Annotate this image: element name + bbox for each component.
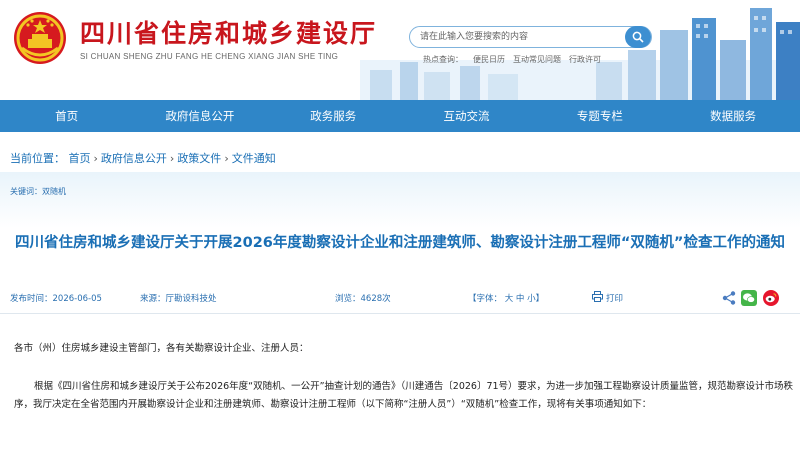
print-icon[interactable] (592, 291, 603, 302)
article-keywords: 关键词：双随机 (10, 187, 66, 196)
article-paragraph: 根据《四川省住房和城乡建设厅关于公布2026年度“双随机、一公开”抽查计划的通告… (14, 381, 794, 410)
national-emblem-icon (14, 12, 66, 64)
keyword-bar: 关键词：双随机 (0, 172, 800, 228)
search-input[interactable] (420, 30, 620, 44)
site-header: 四川省住房和城乡建设厅 SI CHUAN SHENG ZHU FANG HE C… (0, 0, 800, 100)
article-panel: 关键词：双随机 四川省住房和城乡建设厅关于开展2026年度勘察设计企业和注册建筑… (0, 172, 800, 450)
article-title: 四川省住房和城乡建设厅关于开展2026年度勘察设计企业和注册建筑师、勘察设计注册… (15, 235, 785, 251)
hot-query-label: 热点查询： (423, 55, 463, 64)
publish-date: 发布时间：2026-06-05 (10, 294, 102, 304)
article-paragraph: 各市（州）住房城乡建设主管部门，各有关勘察设计企业、注册人员： (14, 343, 309, 354)
share-icon[interactable] (721, 290, 737, 306)
breadcrumb-home[interactable]: 首页 (69, 152, 91, 165)
breadcrumb-policy-docs[interactable]: 政策文件 (177, 152, 221, 165)
breadcrumb-gov-info[interactable]: 政府信息公开 (101, 152, 167, 165)
weibo-icon[interactable] (763, 290, 779, 306)
breadcrumb-separator: › (93, 152, 98, 165)
hot-query-links: 热点查询： 便民日历 互动常见问题 行政许可 (423, 54, 609, 65)
breadcrumb-separator: › (169, 152, 175, 165)
city-skyline-decoration (360, 8, 800, 100)
breadcrumb-prefix: 当前位置： (10, 152, 65, 165)
article-meta: 发布时间：2026-06-05 来源：厅勘设科技处 浏览：4628次 【字体： … (0, 288, 800, 308)
nav-gov-info[interactable]: 政府信息公开 (133, 100, 266, 132)
nav-special-topics[interactable]: 专题专栏 (533, 100, 666, 132)
breadcrumb-notices[interactable]: 文件通知 (232, 152, 276, 165)
hot-link-permit[interactable]: 行政许可 (569, 55, 601, 64)
site-title[interactable]: 四川省住房和城乡建设厅 (80, 14, 377, 50)
breadcrumb: 当前位置： 首页 › 政府信息公开 › 政策文件 › 文件通知 (10, 150, 276, 166)
nav-gov-service[interactable]: 政务服务 (267, 100, 400, 132)
font-size-control[interactable]: 【字体： 大 中 小】 (468, 292, 544, 304)
nav-interaction[interactable]: 互动交流 (400, 100, 533, 132)
nav-home[interactable]: 首页 (0, 100, 133, 132)
search-icon (632, 31, 644, 43)
view-count: 浏览：4628次 (335, 294, 391, 304)
print-button[interactable]: 打印 (606, 292, 623, 304)
nav-data-service[interactable]: 数据服务 (666, 100, 799, 132)
search-box (409, 26, 652, 48)
search-button[interactable] (625, 26, 651, 48)
hot-link-faq[interactable]: 互动常见问题 (513, 55, 561, 64)
site-pinyin: SI CHUAN SHENG ZHU FANG HE CHENG XIANG J… (80, 52, 339, 61)
wechat-icon[interactable] (741, 290, 757, 306)
breadcrumb-separator: › (224, 152, 229, 165)
article-source: 来源：厅勘设科技处 (140, 294, 217, 304)
hot-link-calendar[interactable]: 便民日历 (473, 55, 505, 64)
main-nav: 首页 政府信息公开 政务服务 互动交流 专题专栏 数据服务 (0, 100, 800, 132)
meta-divider (0, 313, 800, 314)
